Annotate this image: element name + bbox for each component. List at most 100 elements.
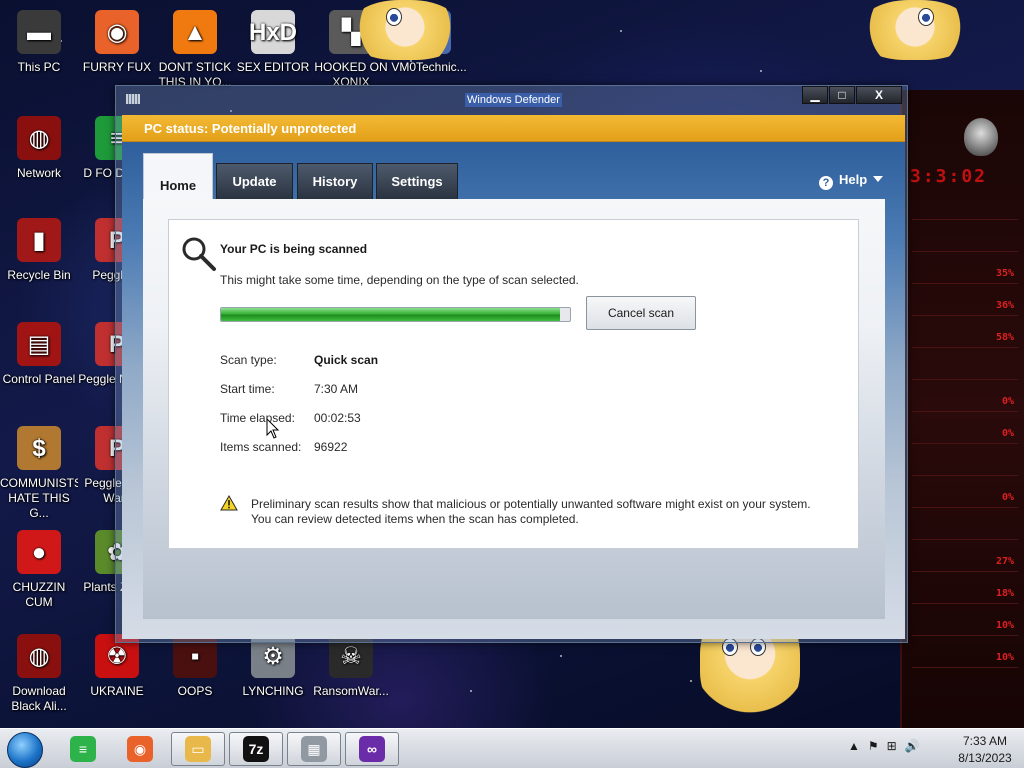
network-icon: ◍ [17,116,61,160]
taskbar-purple-app[interactable]: ∞ [345,732,399,766]
scan-detail-value: 96922 [314,440,348,454]
character-sticker-top-right [860,0,970,60]
taskbar-clock-time[interactable]: 7:33 AM [950,734,1020,748]
start-button[interactable] [7,732,43,768]
system-monitor-gadget: 3:3:02 35% 36% 58% 0% 0% 0% 27% 18% 10% 10% [900,90,1024,730]
gadget-meter-row: 18% [912,584,1018,604]
title-bar[interactable]: Windows Defender ▁ □ X [116,86,907,114]
gadget-meter-row: 58% [912,328,1018,348]
help-label: Help [839,172,868,187]
window-title: Windows Defender [465,93,562,107]
desktop-icon[interactable]: $ COMMUNISTS HATE THIS G... [0,426,78,521]
windows-defender-window: Windows Defender ▁ □ X PC status: Potent… [115,85,908,643]
chevron-down-icon [873,176,884,182]
tab-update[interactable]: Update [216,163,293,199]
magnifier-icon [182,237,216,271]
window-system-icon[interactable] [126,94,140,104]
desktop-icon[interactable]: ◉ FURRY FUX [78,10,156,75]
scan-progress-fill [221,308,560,321]
firefox-icon: ◉ [95,10,139,54]
gadget-meter-row [912,232,1018,252]
taskbar-clock-date[interactable]: 8/13/2023 [950,751,1020,765]
scan-detail-label: Items scanned: [220,440,302,454]
desktop-icon-label: Network [16,166,61,180]
alien-icon: ◍ [17,634,61,678]
gadget-clock: 3:3:02 [910,166,988,187]
scan-detail-label: Scan type: [220,353,277,367]
folder-icon: ▭ [185,736,211,762]
taskbar-explorer[interactable]: ▭ [171,732,225,766]
desktop-icon-label: Control Panel [2,372,76,386]
minimize-button[interactable]: ▁ [802,86,828,104]
show-hidden-icons-icon[interactable]: ▲ [848,739,860,753]
gadget-meter-row: 35% [912,264,1018,284]
desktop-icon-label: FURRY FUX [82,60,152,74]
chuzzle-icon: ● [17,530,61,574]
tab-settings[interactable]: Settings [376,163,458,199]
volume-icon[interactable]: 🔊 [905,739,920,753]
control-panel-icon: ▤ [17,322,61,366]
cancel-scan-button[interactable]: Cancel scan [586,296,696,330]
taskbar-firefox[interactable]: ◉ [113,732,167,766]
action-center-flag-icon[interactable]: ⚑ [868,739,879,753]
preliminary-results-warning: Preliminary scan results show that malic… [251,497,841,527]
scan-detail-label: Start time: [220,382,275,396]
desktop-icon-label: Recycle Bin [7,268,71,282]
gadget-meter-row [912,456,1018,476]
warning-icon [220,495,238,511]
desktop-icon[interactable]: ▮ Recycle Bin [0,218,78,283]
desktop-icon-label: Download Black Ali... [11,684,67,713]
scan-detail-label: Time elapsed: [220,411,295,425]
defender-client-area: Home Update History Settings ? Help Your … [122,142,905,639]
maximize-button[interactable]: □ [829,86,855,104]
gadget-meter-row: 0% [912,488,1018,508]
desktop-icon[interactable]: ☢ UKRAINE [78,634,156,699]
gadget-meter-row [912,360,1018,380]
help-menu[interactable]: ? Help [819,172,884,190]
scan-heading: Your PC is being scanned [220,242,368,256]
mask-icon: ∞ [359,736,385,762]
desktop-icon[interactable]: ◍ Download Black Ali... [0,634,78,714]
pc-status-bar: PC status: Potentially unprotected [122,115,905,142]
desktop-icon[interactable]: ◍ Network [0,116,78,181]
desktop-icon[interactable]: HxD SEX EDITOR [234,10,312,75]
vlc-cone-icon: ▲ [173,10,217,54]
gadget-meter-row: 0% [912,424,1018,444]
taskbar-firewall[interactable]: ▦ [287,732,341,766]
scan-detail-value: 7:30 AM [314,382,359,396]
gadget-meter-row: 36% [912,296,1018,316]
scan-detail-value: Quick scan [314,353,379,367]
desktop-icon[interactable]: ● CHUZZIN CUM [0,530,78,610]
taskbar-7zip[interactable]: 7z [229,732,283,766]
tab-home[interactable]: Home [143,153,213,199]
desktop-icon[interactable]: ▲ DONT STICK THIS IN YO... [156,10,234,90]
scan-detail-value: 00:02:53 [314,411,361,425]
network-icon[interactable]: ⊞ [887,739,897,753]
gadget-meter-row [912,200,1018,220]
scan-subtext: This might take some time, depending on … [220,273,579,287]
desktop-icon[interactable]: ⚙ LYNCHING [234,634,312,699]
desktop-icon[interactable]: ☠ RansomWar... [312,634,390,699]
mouse-cursor-icon [266,418,280,439]
desktop-icon-label: SEX EDITOR [236,60,310,74]
desktop-icon-label: OOPS [177,684,213,698]
gadget-meter-row: 10% [912,648,1018,668]
home-tab-content: Your PC is being scanned This might take… [143,199,885,619]
desktop-icon[interactable]: ▤ Control Panel [0,322,78,387]
character-sticker-top [350,0,460,60]
tab-history[interactable]: History [297,163,373,199]
recycle-bin-icon: ▮ [17,218,61,262]
desktop-icon-label: LYNCHING [242,684,304,698]
desktop-icon-label: CHUZZIN CUM [12,580,66,609]
gadget-meter-row: 0% [912,392,1018,412]
taskbar-green-app[interactable]: ≡ [56,732,110,766]
pc-status-text: PC status: Potentially unprotected [144,121,357,136]
firefox-icon: ◉ [127,736,153,762]
warning-line-1: Preliminary scan results show that malic… [251,497,811,511]
green-doc-icon: ≡ [70,736,96,762]
desktop-icon-label: This PC [17,60,61,74]
desktop-icon[interactable]: ▬ This PC [0,10,78,75]
alien-head-icon [964,118,998,156]
close-button[interactable]: X [856,86,902,104]
desktop-icon[interactable]: ▪ OOPS [156,634,234,699]
